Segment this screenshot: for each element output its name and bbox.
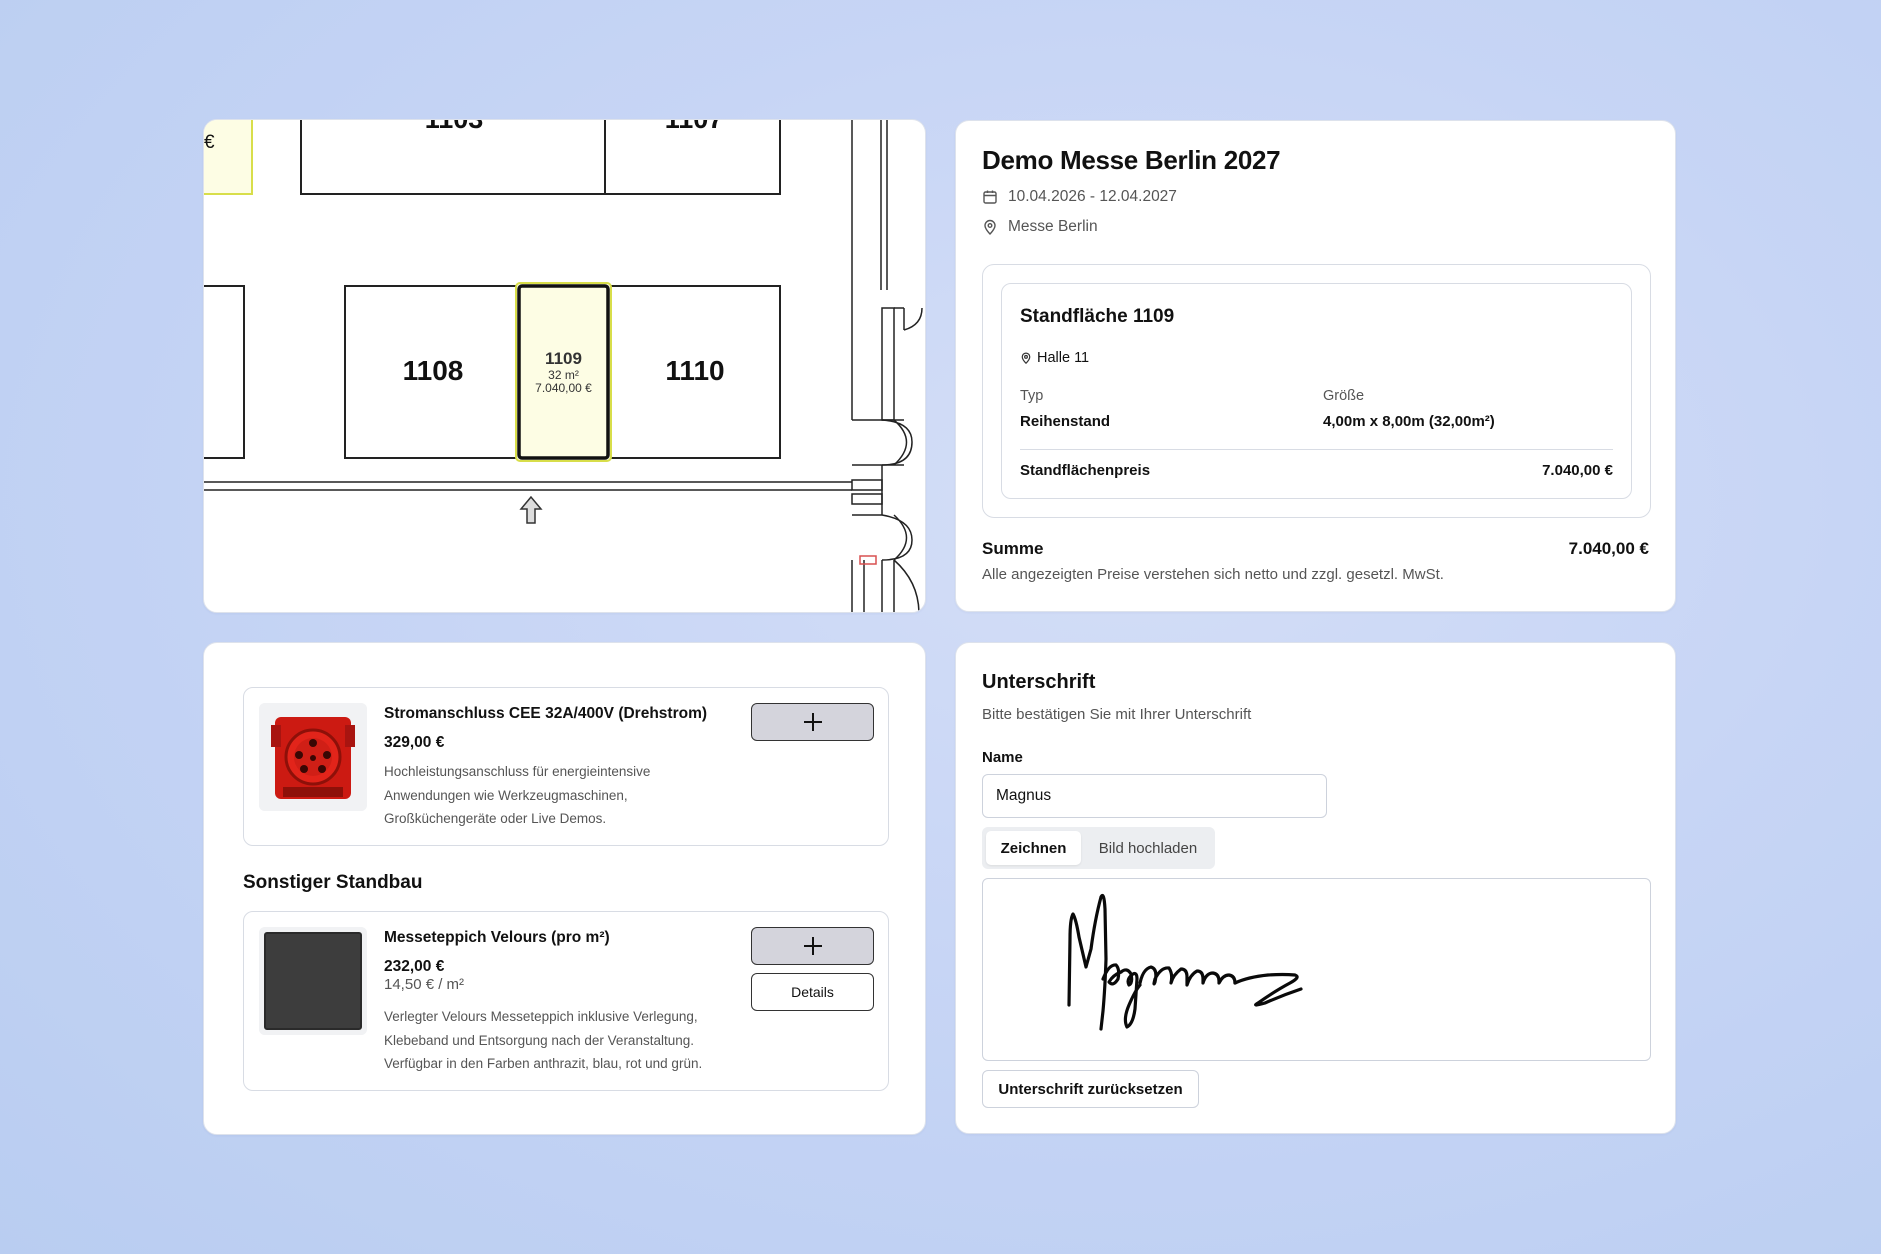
product-name: Stromanschluss CEE 32A/400V (Drehstrom) bbox=[384, 705, 708, 722]
event-location-row: Messe Berlin bbox=[982, 218, 1098, 236]
product-card-power: Stromanschluss CEE 32A/400V (Drehstrom) … bbox=[243, 687, 889, 846]
entrance-arrow-icon bbox=[519, 495, 543, 524]
building-wall bbox=[851, 120, 923, 612]
signature-mode-tabs: Zeichnen Bild hochladen bbox=[982, 827, 1215, 869]
booth-label-1107: 1107 bbox=[664, 119, 724, 134]
product-name: Messeteppich Velours (pro m²) bbox=[384, 929, 610, 946]
floorplan-card: € 1103 1107 1108 1109 32 m² 7.040,00 € 1… bbox=[203, 119, 926, 613]
divider bbox=[1020, 449, 1613, 450]
tab-upload-image[interactable]: Bild hochladen bbox=[1085, 831, 1211, 865]
booth-price-1109: 7.040,00 € bbox=[535, 381, 592, 395]
sum-label: Summe bbox=[982, 539, 1044, 558]
details-button[interactable]: Details bbox=[751, 973, 874, 1011]
stand-size-value: 4,00m x 8,00m (32,00m²) bbox=[1323, 413, 1495, 430]
stand-summary: Standfläche 1109 Halle 11 Typ Reihenstan… bbox=[1001, 283, 1632, 499]
tab-draw[interactable]: Zeichnen bbox=[986, 831, 1081, 865]
plus-icon bbox=[803, 713, 822, 731]
reset-signature-button[interactable]: Unterschrift zurücksetzen bbox=[982, 1070, 1199, 1108]
name-input[interactable] bbox=[982, 774, 1327, 818]
booth-label-1103: 1103 bbox=[424, 119, 484, 134]
booth-label-1108: 1108 bbox=[402, 355, 464, 386]
map-pin-icon bbox=[984, 219, 996, 235]
stand-price-label: Standflächenpreis bbox=[1020, 462, 1151, 479]
booth-partial-middle-left[interactable] bbox=[204, 285, 245, 459]
event-title: Demo Messe Berlin 2027 bbox=[982, 145, 1281, 175]
booth-label-1110: 1110 bbox=[665, 355, 725, 386]
section-title: Sonstiger Standbau bbox=[243, 872, 423, 893]
product-image-power-socket bbox=[259, 703, 367, 811]
product-description: Verlegter Velours Messeteppich inklusive… bbox=[384, 1009, 703, 1071]
booking-summary-card: Demo Messe Berlin 2027 10.04.2026 - 12.0… bbox=[955, 120, 1676, 612]
map-pin-icon bbox=[1021, 352, 1031, 364]
event-date: 10.04.2026 - 12.04.2027 bbox=[1008, 188, 1177, 205]
event-location: Messe Berlin bbox=[1008, 218, 1098, 235]
products-card: Stromanschluss CEE 32A/400V (Drehstrom) … bbox=[203, 642, 926, 1135]
add-carpet-button[interactable] bbox=[751, 927, 874, 965]
stand-summary-outer: Standfläche 1109 Halle 11 Typ Reihenstan… bbox=[982, 264, 1651, 518]
product-card-carpet: Messeteppich Velours (pro m²) 232,00 € 1… bbox=[243, 911, 889, 1091]
stand-type-label: Typ bbox=[1020, 388, 1044, 404]
stand-hall-row: Halle 11 bbox=[1020, 350, 1089, 366]
product-image-carpet bbox=[259, 927, 367, 1035]
stand-hall: Halle 11 bbox=[1037, 350, 1090, 366]
plus-icon bbox=[803, 937, 822, 955]
booth-size-1109: 32 m² bbox=[548, 368, 579, 382]
product-description: Hochleistungsanschluss für energieintens… bbox=[384, 764, 651, 826]
signature-canvas[interactable] bbox=[982, 878, 1651, 1061]
add-power-button[interactable] bbox=[751, 703, 874, 741]
event-date-row: 10.04.2026 - 12.04.2027 bbox=[982, 188, 1177, 206]
stand-type-value: Reihenstand bbox=[1020, 413, 1111, 430]
booth-label-1109: 1109 bbox=[545, 349, 582, 368]
name-label: Name bbox=[982, 749, 1023, 766]
vat-note: Alle angezeigten Preise verstehen sich n… bbox=[982, 566, 1444, 583]
product-unit-price: 14,50 € / m² bbox=[384, 976, 465, 993]
sum-value: 7.040,00 € bbox=[1568, 539, 1649, 558]
stand-title: Standfläche 1109 bbox=[1020, 306, 1175, 327]
stand-size-label: Größe bbox=[1323, 388, 1365, 404]
calendar-icon bbox=[983, 190, 997, 204]
handwritten-signature bbox=[1067, 893, 1303, 1031]
product-price: 232,00 € bbox=[384, 958, 445, 975]
signature-subtitle: Bitte bestätigen Sie mit Ihrer Unterschr… bbox=[982, 706, 1252, 723]
booth-label-partial-price: € bbox=[204, 132, 215, 153]
product-price: 329,00 € bbox=[384, 734, 445, 751]
stand-price-value: 7.040,00 € bbox=[1542, 462, 1613, 479]
exit-marker bbox=[859, 555, 877, 565]
signature-title: Unterschrift bbox=[982, 671, 1096, 693]
signature-card: Unterschrift Bitte bestätigen Sie mit Ih… bbox=[955, 642, 1676, 1134]
